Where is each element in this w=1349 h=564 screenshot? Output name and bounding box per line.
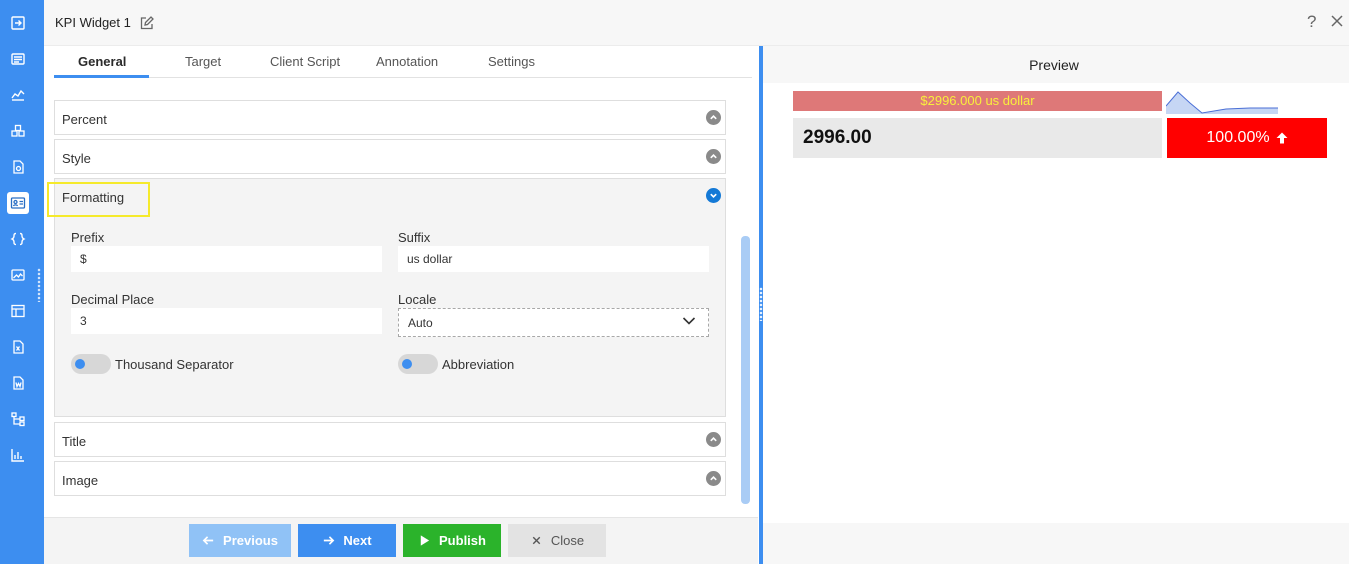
kpi-value: 2996.00 xyxy=(793,118,1162,158)
thousand-separator-toggle[interactable] xyxy=(71,354,111,374)
active-tab-indicator xyxy=(54,75,149,78)
kpi-change-value: 100.00% xyxy=(1206,129,1270,146)
word-icon[interactable] xyxy=(7,372,29,394)
publish-label: Publish xyxy=(439,533,486,548)
edit-icon[interactable] xyxy=(139,15,155,31)
next-label: Next xyxy=(343,533,372,548)
previous-button[interactable]: Previous xyxy=(189,524,291,557)
table-icon[interactable] xyxy=(7,300,29,322)
preview-header: Preview xyxy=(763,46,1349,83)
chevron-down-icon[interactable] xyxy=(706,188,721,203)
line-chart-icon[interactable] xyxy=(7,84,29,106)
play-icon xyxy=(420,535,430,546)
section-percent[interactable]: Percent xyxy=(54,100,726,135)
chevron-up-icon[interactable] xyxy=(706,432,721,447)
preview-footer xyxy=(763,523,1349,564)
suffix-input[interactable]: us dollar xyxy=(398,246,709,272)
previous-label: Previous xyxy=(223,533,278,548)
arrow-left-icon xyxy=(202,536,214,545)
cubes-icon[interactable] xyxy=(7,120,29,142)
preview-panel: Preview $2996.000 us dollar 2996.00 100.… xyxy=(763,46,1349,564)
help-icon[interactable]: ? xyxy=(1307,12,1316,32)
title-bar: KPI Widget 1 ? xyxy=(44,0,1349,46)
suffix-label: Suffix xyxy=(398,230,431,245)
tab-client-script[interactable]: Client Script xyxy=(270,54,340,69)
close-button[interactable]: Close xyxy=(508,524,606,557)
hierarchy-icon[interactable] xyxy=(7,408,29,430)
highlight-box xyxy=(47,182,150,217)
locale-value: Auto xyxy=(408,315,433,330)
tab-annotation[interactable]: Annotation xyxy=(376,54,438,69)
braces-icon[interactable] xyxy=(7,228,29,250)
close-icon[interactable] xyxy=(1329,13,1345,29)
prefix-label: Prefix xyxy=(71,230,105,245)
kpi-target-bar: $2996.000 us dollar xyxy=(793,91,1162,111)
chevron-up-icon[interactable] xyxy=(706,110,721,125)
kpi-change-badge: 100.00% xyxy=(1167,118,1327,158)
kpi-card-icon[interactable] xyxy=(7,192,29,214)
decimal-place-label: Decimal Place xyxy=(71,292,155,307)
section-style[interactable]: Style xyxy=(54,139,726,174)
settings-panel: Percent Style Formatting Prefix $ Suffix… xyxy=(47,94,728,504)
preview-title: Preview xyxy=(1029,57,1079,73)
footer-bar: Previous Next Publish Close xyxy=(44,517,758,564)
arrow-up-icon xyxy=(1276,132,1288,144)
sign-in-icon[interactable] xyxy=(7,12,29,34)
prefix-input[interactable]: $ xyxy=(71,246,382,272)
decimal-place-input[interactable]: 3 xyxy=(71,308,382,334)
file-settings-icon[interactable] xyxy=(7,156,29,178)
abbreviation-toggle[interactable] xyxy=(398,354,438,374)
section-image[interactable]: Image xyxy=(54,461,726,496)
section-label: Title xyxy=(62,434,87,449)
section-label: Style xyxy=(62,151,91,166)
next-button[interactable]: Next xyxy=(298,524,396,557)
publish-button[interactable]: Publish xyxy=(403,524,501,557)
sparkline-chart xyxy=(1166,91,1278,114)
tab-general[interactable]: General xyxy=(78,54,126,69)
thousand-separator-label: Thousand Separator xyxy=(115,357,234,372)
close-label: Close xyxy=(550,533,585,548)
tab-target[interactable]: Target xyxy=(185,54,221,69)
list-icon[interactable] xyxy=(7,48,29,70)
chevron-up-icon[interactable] xyxy=(706,471,721,486)
widget-title: KPI Widget 1 xyxy=(55,15,131,30)
locale-select[interactable]: Auto xyxy=(398,308,709,337)
section-label: Image xyxy=(62,473,99,488)
chevron-down-icon xyxy=(682,317,696,325)
abbreviation-label: Abbreviation xyxy=(442,357,515,372)
section-formatting: Formatting Prefix $ Suffix us dollar Dec… xyxy=(47,178,726,417)
locale-label: Locale xyxy=(398,292,437,307)
bar-chart-icon[interactable] xyxy=(7,444,29,466)
tab-bar: General Target Client Script Annotation … xyxy=(54,46,752,78)
sidebar-resize-handle[interactable] xyxy=(37,268,41,302)
section-title[interactable]: Title xyxy=(54,422,726,457)
tab-settings[interactable]: Settings xyxy=(488,54,535,69)
chevron-up-icon[interactable] xyxy=(706,149,721,164)
close-icon xyxy=(532,536,541,545)
excel-icon[interactable] xyxy=(7,336,29,358)
image-chart-icon[interactable] xyxy=(7,264,29,286)
left-sidebar xyxy=(0,0,44,564)
vertical-scrollbar[interactable] xyxy=(741,236,750,504)
section-label: Percent xyxy=(62,112,107,127)
arrow-right-icon xyxy=(324,536,335,545)
